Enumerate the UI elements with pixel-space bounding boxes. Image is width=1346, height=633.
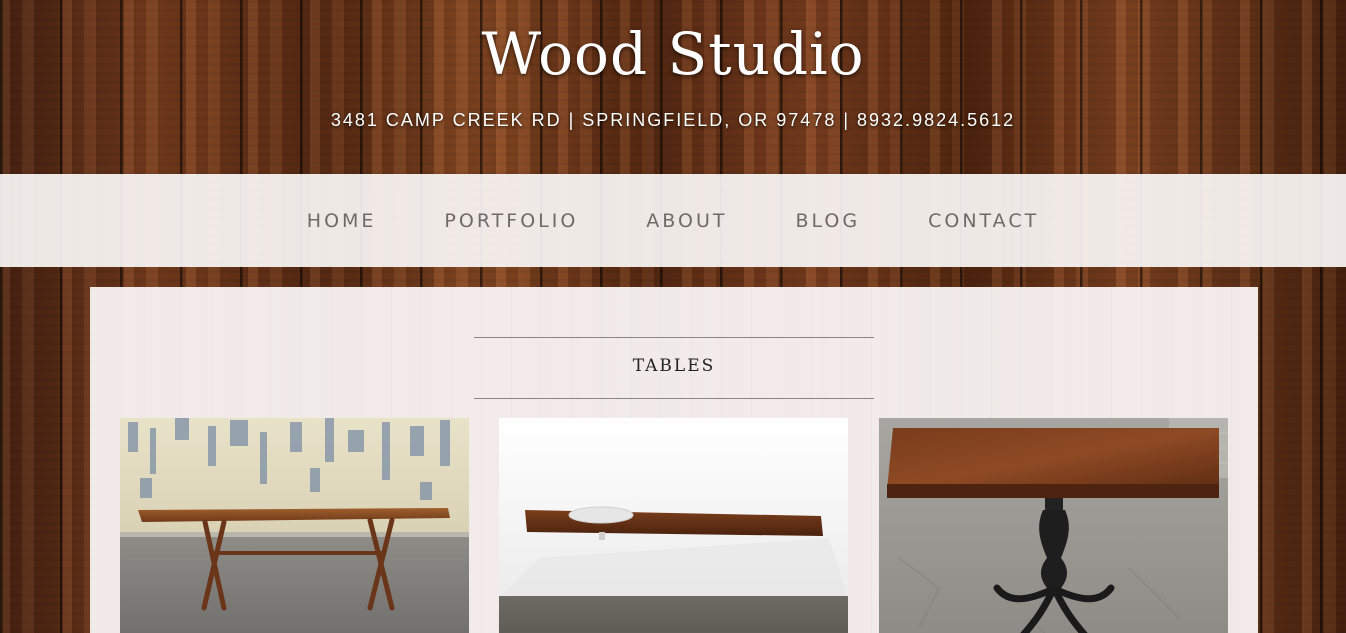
- nav-item-blog[interactable]: BLOG: [795, 210, 860, 232]
- nav-item-portfolio[interactable]: PORTFOLIO: [444, 210, 578, 232]
- gallery-image-pedestal-table[interactable]: [879, 418, 1228, 633]
- nav-item-about[interactable]: ABOUT: [646, 210, 727, 232]
- section-heading-frame: TABLES: [474, 337, 874, 399]
- gallery-image-live-edge-table[interactable]: [120, 418, 469, 633]
- site-header: Wood Studio 3481 CAMP CREEK RD | SPRINGF…: [0, 0, 1346, 174]
- site-title[interactable]: Wood Studio: [0, 20, 1346, 88]
- site-address: 3481 CAMP CREEK RD | SPRINGFIELD, OR 974…: [330, 110, 1016, 130]
- content-panel: TABLES: [90, 287, 1258, 633]
- nav-list: HOME PORTFOLIO ABOUT BLOG CONTACT: [0, 174, 1346, 267]
- nav-item-contact[interactable]: CONTACT: [928, 210, 1039, 232]
- main-navigation: HOME PORTFOLIO ABOUT BLOG CONTACT: [0, 174, 1346, 267]
- nav-item-home[interactable]: HOME: [307, 210, 377, 232]
- gallery-image-wall-shelf-table[interactable]: [499, 418, 848, 633]
- section-heading: TABLES: [632, 356, 716, 376]
